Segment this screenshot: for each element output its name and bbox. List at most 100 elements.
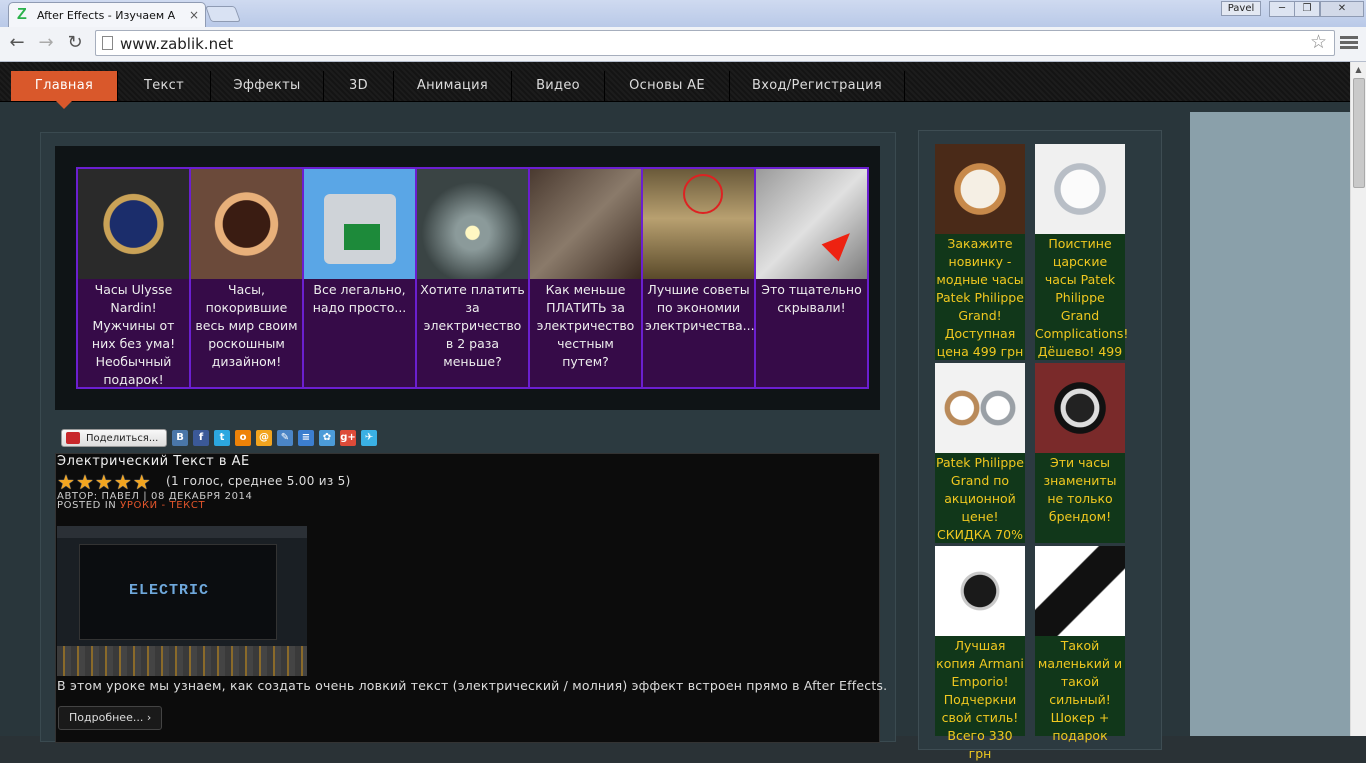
ad-item[interactable]: Это тщательно скрывали! <box>756 169 867 387</box>
moikrug-icon[interactable]: ✿ <box>319 430 335 446</box>
close-window-button[interactable]: ✕ <box>1320 1 1364 17</box>
friendfeed-icon[interactable]: ≡ <box>298 430 314 446</box>
read-more-button[interactable]: Подробнее... › <box>58 706 163 730</box>
star-icon[interactable]: ★ <box>133 472 151 492</box>
ad-item[interactable]: Часы, покорившие весь мир своим роскошны… <box>191 169 304 387</box>
star-icon[interactable]: ★ <box>114 472 132 492</box>
ad-caption: Часы, покорившие весь мир своим роскошны… <box>195 282 298 369</box>
nav-item-animation[interactable]: Анимация <box>394 71 512 101</box>
side-ad[interactable]: Эти часы знамениты не только брендом! <box>1035 363 1125 543</box>
share-icon <box>66 432 80 444</box>
ad-image-meter-arrow <box>756 169 867 279</box>
new-tab-button[interactable] <box>205 6 241 22</box>
side-ad-caption: Такой маленький и такой сильный! Шокер +… <box>1037 638 1123 743</box>
category-separator: - <box>161 500 166 511</box>
url-text: www.zablik.net <box>120 35 234 53</box>
post-meta-category: POSTED IN УРОКИ - ТЕКСТ <box>57 500 205 511</box>
minimize-button[interactable]: ─ <box>1269 1 1295 17</box>
star-icon[interactable]: ★ <box>76 472 94 492</box>
side-ad[interactable]: Закажите новинку - модные часы Patek Phi… <box>935 144 1025 360</box>
posted-in-label: POSTED IN <box>57 500 117 511</box>
forward-arrow-icon[interactable]: → <box>35 32 57 54</box>
ad-item[interactable]: Все легально, надо просто... <box>304 169 417 387</box>
side-ad-image-flashlight <box>1035 546 1125 636</box>
ad-item[interactable]: Лучшие советы по экономии электричества.… <box>643 169 756 387</box>
side-ad[interactable]: Поистине царские часы Patek Philippe Gra… <box>1035 144 1128 377</box>
side-ad-caption: Patek Philippe Grand по акционной цене! … <box>936 455 1024 542</box>
site-favicon-icon: Z <box>17 6 27 23</box>
browser-tab[interactable]: Z After Effects - Изучаем Adob × <box>8 2 206 27</box>
read-more-label: Подробнее... <box>69 711 144 724</box>
side-ad-image-watches-pair <box>935 363 1025 453</box>
restore-button[interactable]: ❐ <box>1294 1 1320 17</box>
share-label: Поделиться... <box>86 432 159 444</box>
ad-caption: Лучшие советы по экономии электричества.… <box>645 282 755 333</box>
category-link-lessons[interactable]: УРОКИ <box>120 500 158 511</box>
facebook-icon[interactable]: f <box>193 430 209 446</box>
bookmark-star-icon[interactable]: ☆ <box>1310 32 1327 52</box>
side-ad[interactable]: Patek Philippe Grand по акционной цене! … <box>935 363 1025 543</box>
googleplus-icon[interactable]: g+ <box>340 430 356 446</box>
ad-caption: Как меньше ПЛАТИТЬ за электричество чест… <box>536 282 635 369</box>
rating-text: (1 голос, среднее 5.00 из 5) <box>166 474 351 488</box>
ad-image-watch-gold <box>191 169 302 279</box>
active-nav-pointer <box>56 101 72 109</box>
side-ad-image-armani <box>935 546 1025 636</box>
post-title[interactable]: Электрический Текст в AE <box>57 454 250 469</box>
post-thumbnail[interactable]: ELECTRIC <box>57 526 307 676</box>
page-icon <box>102 36 113 50</box>
thumbnail-title: ELECTRIC <box>129 582 210 599</box>
tab-close-icon[interactable]: × <box>189 8 199 22</box>
ad-image-watch-blue <box>78 169 189 279</box>
nav-item-3d[interactable]: 3D <box>324 71 394 101</box>
ad-item[interactable]: Часы Ulysse Nardin! Мужчины от них без у… <box>78 169 191 387</box>
nav-item-home[interactable]: Главная <box>11 71 118 101</box>
star-icon[interactable]: ★ <box>95 472 113 492</box>
post-excerpt: В этом уроке мы узнаем, как создать очен… <box>57 678 888 693</box>
tab-title: After Effects - Изучаем Adob <box>37 8 175 22</box>
mailru-icon[interactable]: @ <box>256 430 272 446</box>
ad-item[interactable]: Как меньше ПЛАТИТЬ за электричество чест… <box>530 169 643 387</box>
category-link-text[interactable]: ТЕКСТ <box>170 500 206 511</box>
yaru-icon[interactable]: ✈ <box>361 430 377 446</box>
ad-image-light-bulbs <box>417 169 528 279</box>
rating-stars[interactable]: ★ ★ ★ ★ ★ <box>57 472 152 492</box>
ad-image-meter-counter <box>643 169 754 279</box>
odnoklassniki-icon[interactable]: o <box>235 430 251 446</box>
scrollbar-thumb[interactable] <box>1353 78 1365 188</box>
background-decoration <box>1190 112 1350 736</box>
nav-item-ae-basics[interactable]: Основы AE <box>605 71 730 101</box>
nav-item-login[interactable]: Вход/Регистрация <box>730 71 905 101</box>
side-ad[interactable]: Лучшая копия Armani Emporio! Подчеркни с… <box>935 546 1025 761</box>
side-ad[interactable]: Такой маленький и такой сильный! Шокер +… <box>1035 546 1125 743</box>
ad-image-meter-device <box>304 169 415 279</box>
vk-icon[interactable]: B <box>172 430 188 446</box>
ad-item[interactable]: Хотите платить за электричество в 2 раза… <box>417 169 530 387</box>
nav-item-effects[interactable]: Эффекты <box>211 71 324 101</box>
back-arrow-icon[interactable]: ← <box>6 32 28 54</box>
ad-image-electric-meters <box>530 169 641 279</box>
side-ad-caption: Закажите новинку - модные часы Patek Phi… <box>936 236 1024 359</box>
livejournal-icon[interactable]: ✎ <box>277 430 293 446</box>
side-ad-image-breitling <box>1035 363 1125 453</box>
chevron-right-icon: › <box>146 711 152 724</box>
nav-item-text[interactable]: Текст <box>118 71 211 101</box>
main-navigation: Главная Текст Эффекты 3D Анимация Видео … <box>0 62 1350 102</box>
address-bar[interactable]: www.zablik.net ☆ <box>95 30 1335 56</box>
side-ad-image-watch-silver <box>1035 144 1125 234</box>
star-icon[interactable]: ★ <box>57 472 75 492</box>
share-button[interactable]: Поделиться... <box>61 429 167 447</box>
nav-item-video[interactable]: Видео <box>512 71 605 101</box>
twitter-icon[interactable]: t <box>214 430 230 446</box>
profile-button[interactable]: Pavel <box>1221 1 1261 16</box>
chrome-menu-icon[interactable] <box>1340 34 1358 52</box>
ad-caption: Все легально, надо просто... <box>312 282 407 315</box>
reload-icon[interactable]: ↻ <box>64 32 86 54</box>
side-ad-caption: Лучшая копия Armani Emporio! Подчеркни с… <box>936 638 1024 761</box>
tab-bar: Z After Effects - Изучаем Adob × Pavel ─… <box>0 0 1366 27</box>
ad-caption: Это тщательно скрывали! <box>761 282 862 315</box>
scroll-up-arrow-icon[interactable]: ▲ <box>1351 62 1366 78</box>
ad-caption: Хотите платить за электричество в 2 раза… <box>420 282 525 369</box>
ad-strip: Часы Ulysse Nardin! Мужчины от них без у… <box>76 167 869 389</box>
page-scrollbar[interactable]: ▲ <box>1350 62 1366 736</box>
